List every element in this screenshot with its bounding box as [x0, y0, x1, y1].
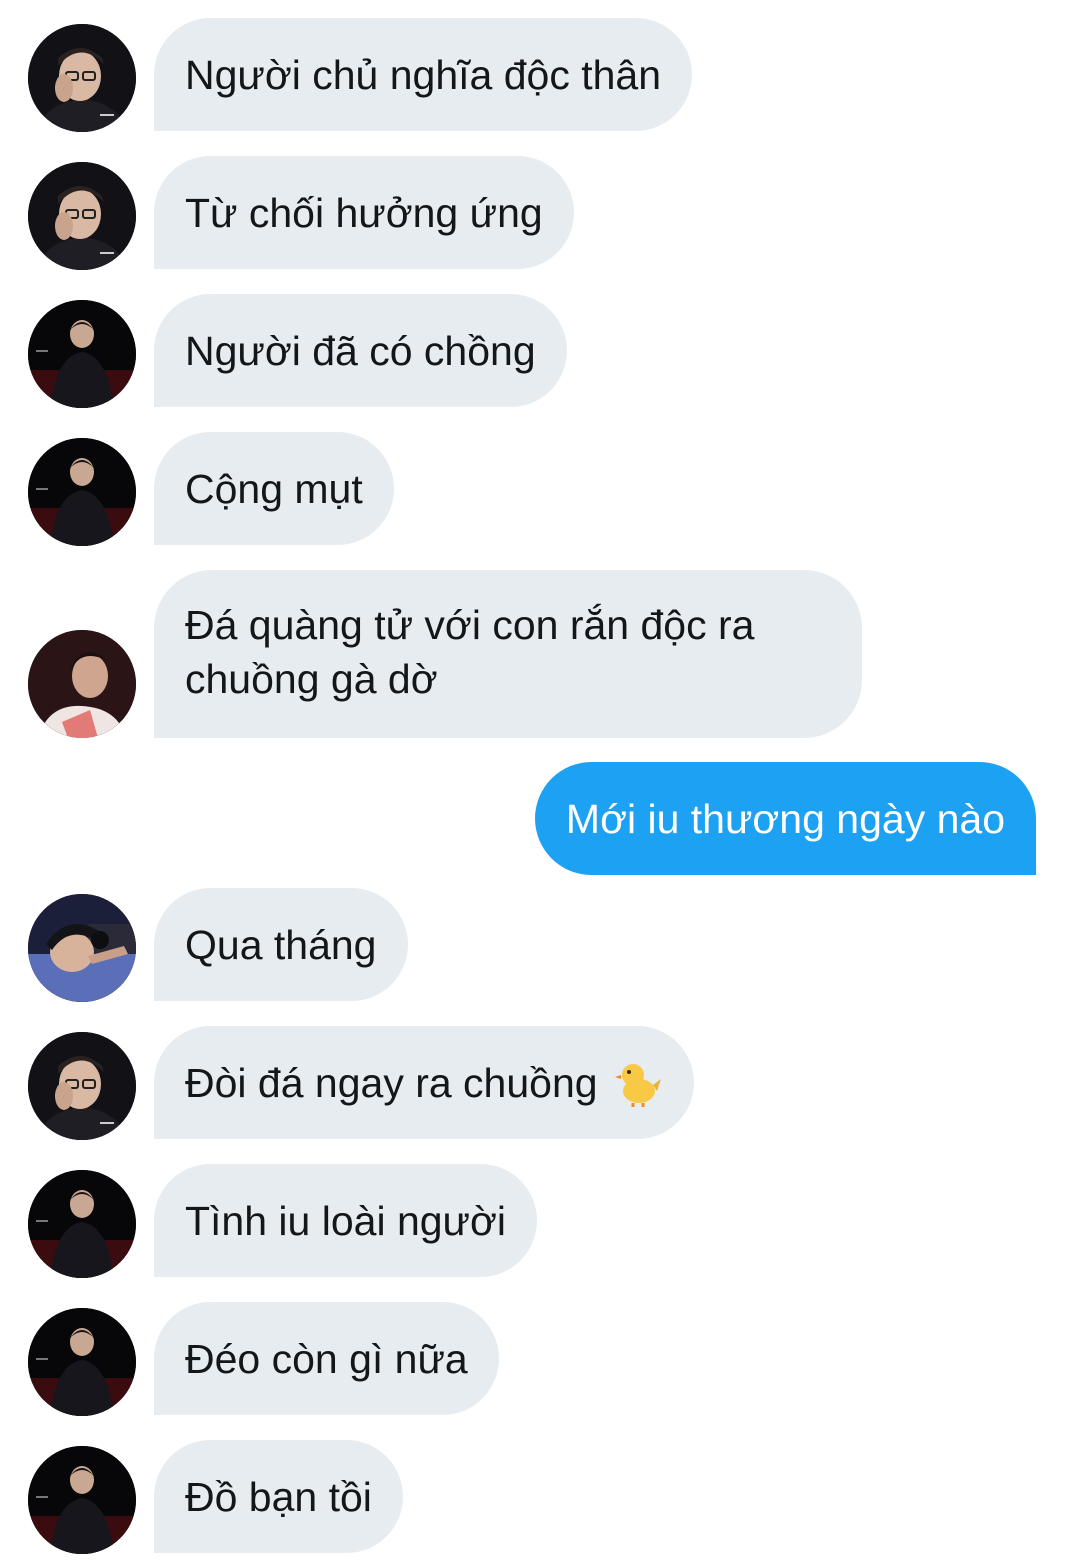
avatar-dark-jacket-image: [28, 1170, 136, 1278]
message-row: Cộng mụt: [0, 432, 1071, 546]
sender-avatar[interactable]: [28, 162, 136, 270]
sender-avatar[interactable]: [28, 1446, 136, 1554]
message-row: Từ chối hưởng ứng: [0, 156, 1071, 270]
message-row: Đá quàng tử với con rắn độc ra chuồng gà…: [0, 570, 1071, 738]
message-row: Đéo còn gì nữa: [0, 1302, 1071, 1416]
message-text: Cộng mụt: [185, 466, 363, 512]
avatar-glasses-image: [28, 1032, 136, 1140]
avatar-profile-image: [28, 630, 136, 738]
sender-avatar[interactable]: [28, 1308, 136, 1416]
sender-avatar[interactable]: [28, 24, 136, 132]
message-bubble[interactable]: Qua tháng: [154, 888, 408, 1001]
sender-avatar[interactable]: [28, 1032, 136, 1140]
message-bubble[interactable]: Người chủ nghĩa độc thân: [154, 18, 693, 131]
message-row: Người chủ nghĩa độc thân: [0, 18, 1071, 132]
message-text: Đéo còn gì nữa: [185, 1336, 468, 1382]
sender-avatar[interactable]: [28, 438, 136, 546]
message-row: Đòi đá ngay ra chuồng: [0, 1026, 1071, 1140]
sender-avatar[interactable]: [28, 300, 136, 408]
message-bubble[interactable]: Người đã có chồng: [154, 294, 567, 407]
avatar-dark-jacket-image: [28, 300, 136, 408]
message-text: Đòi đá ngay ra chuồng: [185, 1060, 598, 1106]
message-text: Người chủ nghĩa độc thân: [185, 52, 662, 98]
message-text: Đồ bạn tồi: [185, 1474, 372, 1520]
avatar-glasses-image: [28, 162, 136, 270]
message-bubble[interactable]: Đéo còn gì nữa: [154, 1302, 499, 1415]
message-text: Mới iu thương ngày nào: [565, 796, 1005, 842]
message-bubble[interactable]: Đồ bạn tồi: [154, 1440, 403, 1553]
message-text: Từ chối hưởng ứng: [185, 190, 543, 236]
message-row: Tình iu loài người: [0, 1164, 1071, 1278]
avatar-dark-jacket-image: [28, 438, 136, 546]
message-bubble[interactable]: Từ chối hưởng ứng: [154, 156, 574, 269]
message-text: Qua tháng: [185, 922, 377, 968]
baby-chick-icon: [614, 1064, 661, 1107]
message-bubble[interactable]: Tình iu loài người: [154, 1164, 537, 1277]
avatar-dark-jacket-image: [28, 1446, 136, 1554]
message-text: Người đã có chồng: [185, 328, 536, 374]
message-text: Đá quàng tử với con rắn độc ra chuồng gà…: [185, 602, 755, 702]
message-bubble[interactable]: Đòi đá ngay ra chuồng: [154, 1026, 694, 1139]
message-bubble[interactable]: Cộng mụt: [154, 432, 394, 545]
sender-avatar[interactable]: [28, 630, 136, 738]
avatar-dark-jacket-image: [28, 1308, 136, 1416]
dm-conversation: Người chủ nghĩa độc thân Từ chối hưởng ứ…: [0, 0, 1071, 1560]
outgoing-message-bubble[interactable]: Mới iu thương ngày nào: [534, 762, 1036, 875]
message-bubble[interactable]: Đá quàng tử với con rắn độc ra chuồng gà…: [154, 570, 862, 738]
avatar-glasses-image: [28, 24, 136, 132]
sender-avatar[interactable]: [28, 894, 136, 1002]
sender-avatar[interactable]: [28, 1170, 136, 1278]
message-row-outgoing: Mới iu thương ngày nào: [0, 762, 1071, 876]
avatar-headset-image: [28, 894, 136, 1002]
message-row: Qua tháng: [0, 888, 1071, 1002]
message-row: Đồ bạn tồi: [0, 1440, 1071, 1554]
message-row: Người đã có chồng: [0, 294, 1071, 408]
message-text: Tình iu loài người: [185, 1198, 506, 1244]
